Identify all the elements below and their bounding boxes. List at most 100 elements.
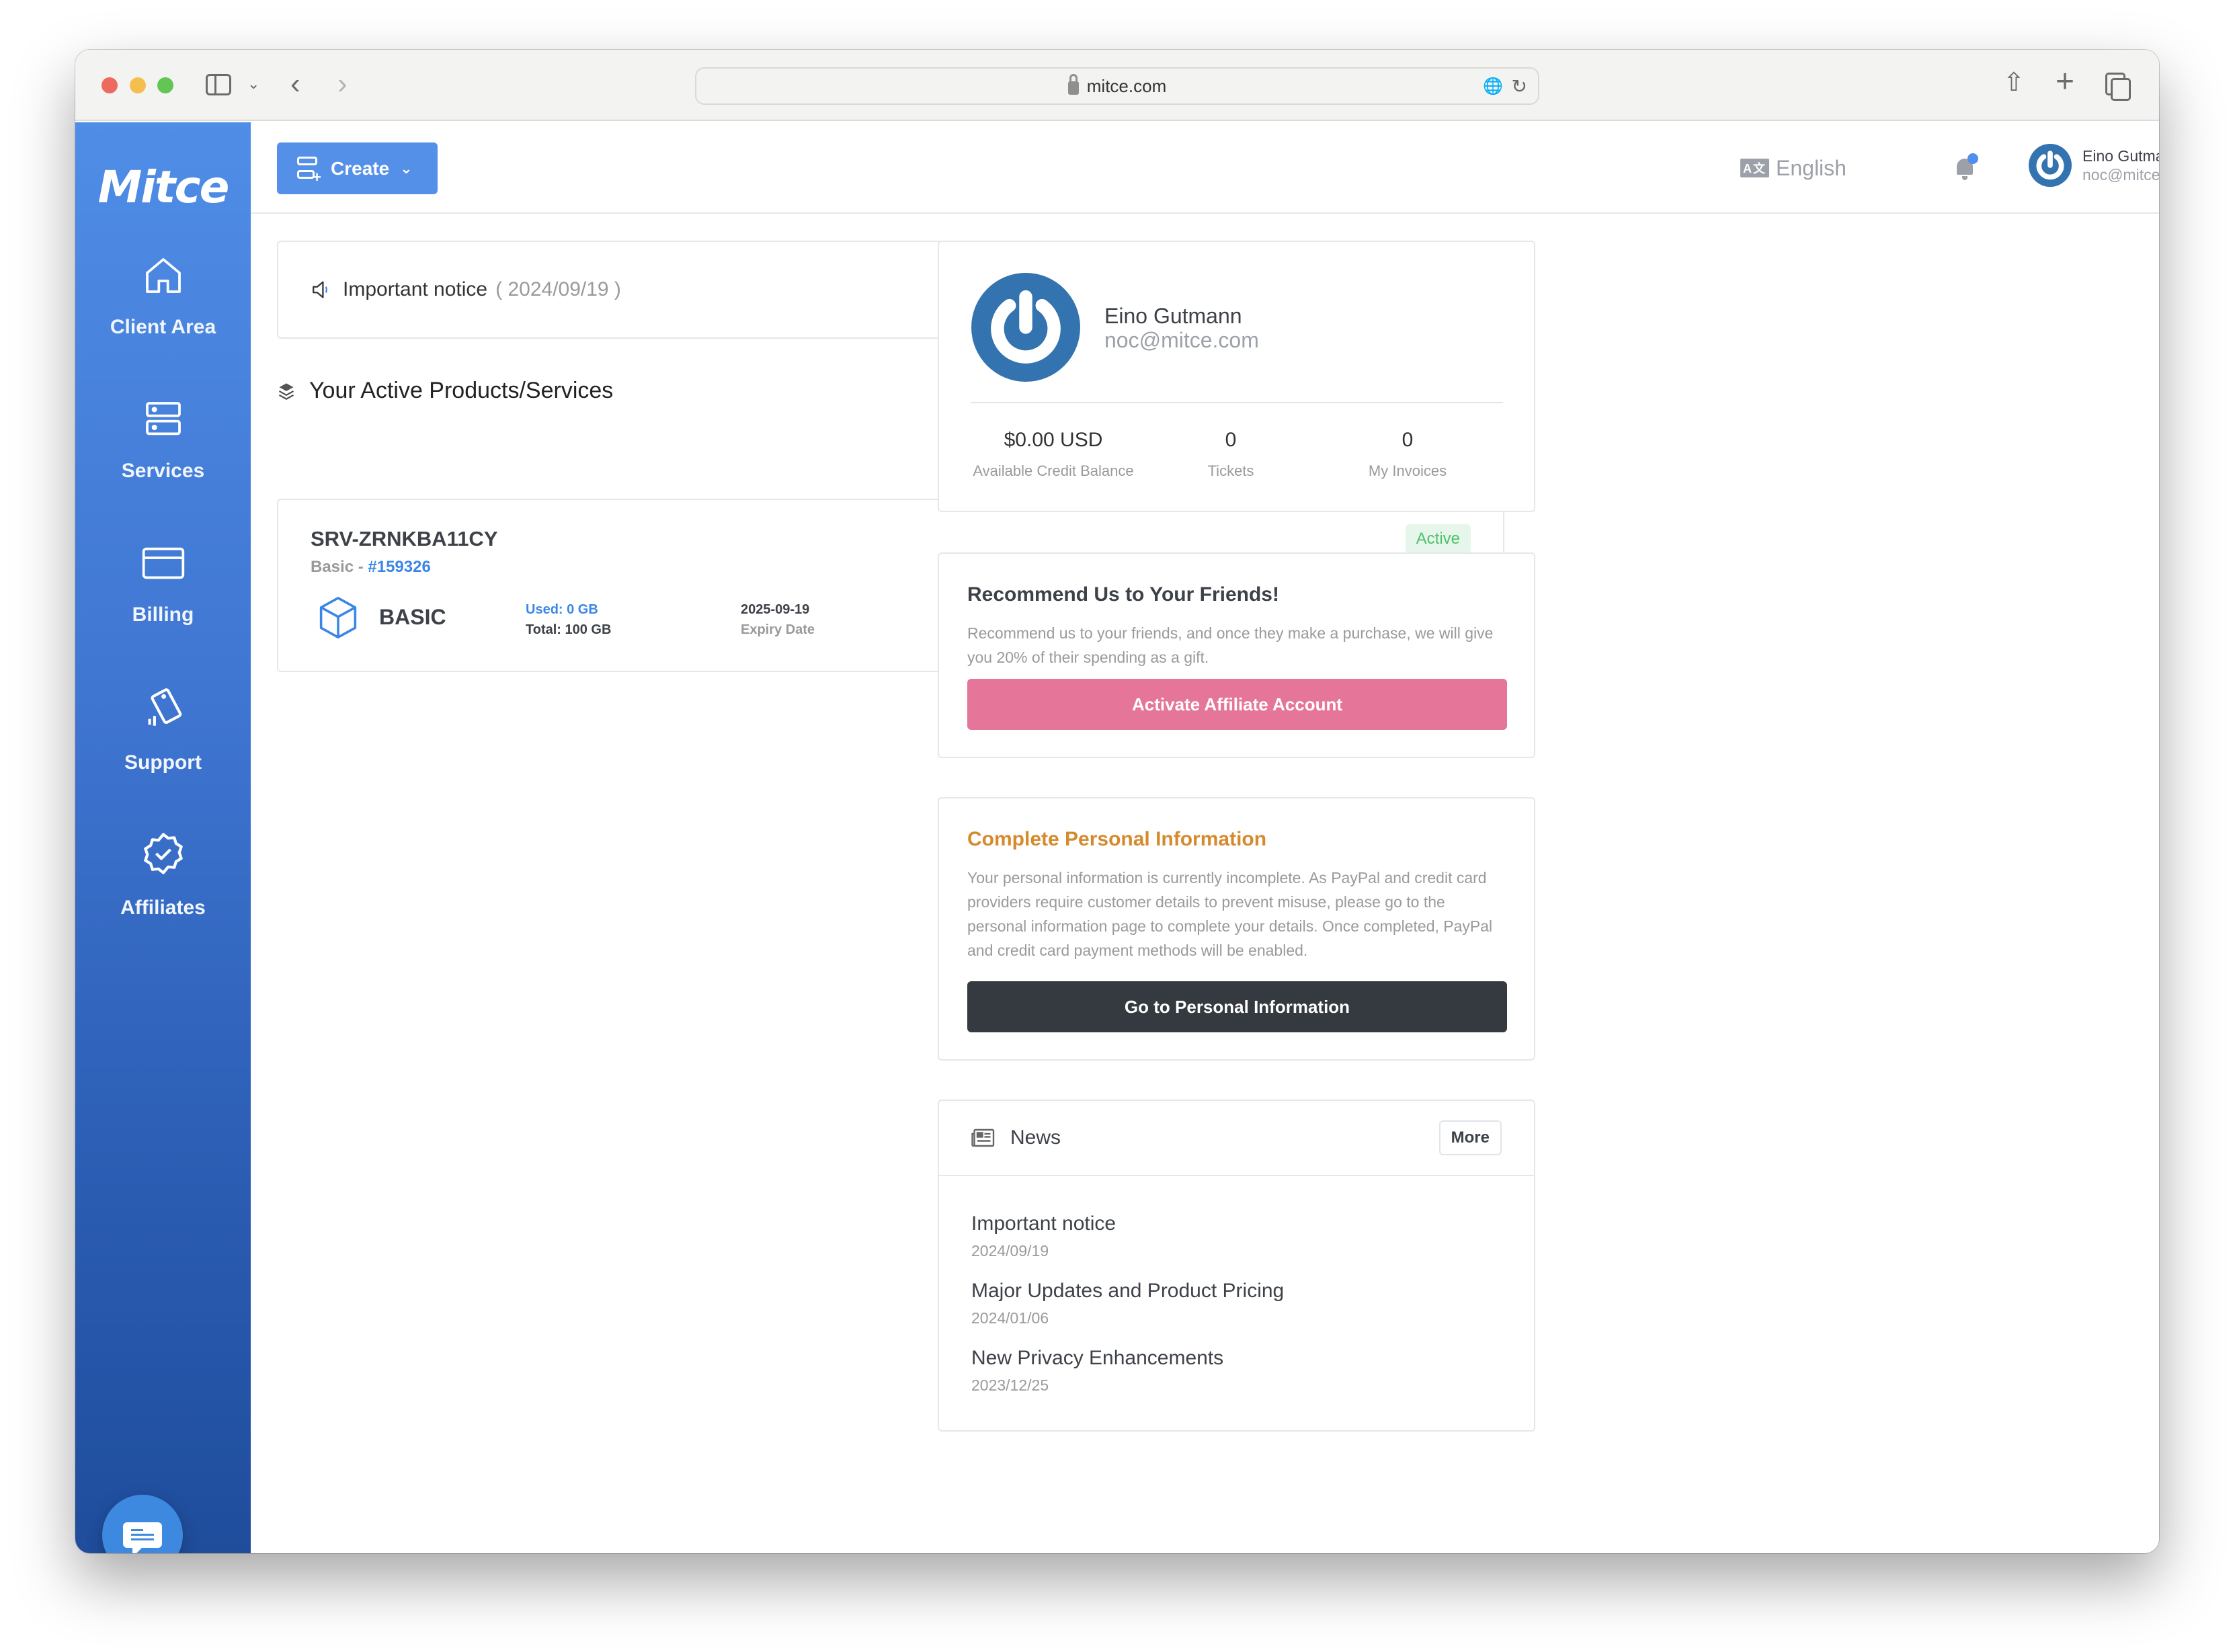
news-item[interactable]: Major Updates and Product Pricing 2024/0… [971,1280,1284,1327]
personal-info-title: Complete Personal Information [967,828,1267,850]
reload-icon[interactable]: ↻ [1512,75,1527,97]
status-badge: Active [1405,524,1471,554]
close-window-button[interactable] [102,77,118,93]
avatar [971,273,1080,382]
news-item-date: 2024/09/19 [971,1242,1049,1259]
sidebar-item-affiliates[interactable]: Affiliates [75,829,251,919]
maximize-window-button[interactable] [157,77,173,93]
news-title: News [1010,1126,1061,1149]
stat-value: $0.00 USD [1004,429,1103,451]
sidebar-item-label: Support [124,751,202,774]
newspaper-icon [971,1128,995,1147]
stat-credit-balance[interactable]: $0.00 USD Available Credit Balance [966,429,1141,480]
server-icon [145,402,181,436]
news-item-date: 2024/01/06 [971,1309,1049,1327]
news-more-button[interactable]: More [1438,1120,1502,1155]
browser-window: ⌄ ‹ › mitce.com 🌐 ↻ ⇧ + Mitce Client Are… [75,50,2159,1553]
sidebar-item-client-area[interactable]: Client Area [75,254,251,339]
usage-total: Total: 100 GB [526,622,612,637]
verified-badge-icon [143,833,183,874]
user-email: noc@mitce.com [2082,166,2159,183]
forward-icon[interactable]: › [337,67,348,101]
stat-tickets[interactable]: 0 Tickets [1143,429,1318,480]
app: Mitce Client Area Services Billing Suppo… [75,122,2159,1553]
sidebar-item-services[interactable]: Services [75,398,251,483]
stat-label: Available Credit Balance [973,462,1134,479]
credit-card-icon [142,547,184,579]
profile-name: Eino Gutmann [1104,304,1242,328]
personal-info-card: Complete Personal Information Your perso… [938,797,1535,1061]
chevron-down-icon: ⌄ [400,159,413,177]
news-item[interactable]: Important notice 2024/09/19 [971,1212,1116,1260]
news-item-title: Important notice [971,1212,1116,1235]
chat-button[interactable] [102,1495,183,1553]
usage-used: Used: 0 GB [526,602,598,617]
create-button[interactable]: + Create ⌄ [277,142,438,194]
order-number-link[interactable]: #159326 [368,558,430,576]
stat-label: Tickets [1207,462,1254,479]
megaphone-icon [313,281,327,298]
minimize-window-button[interactable] [130,77,146,93]
stat-invoices[interactable]: 0 My Invoices [1320,429,1495,480]
plan-name: BASIC [379,605,446,629]
notifications-button[interactable] [1953,152,1980,181]
create-label: Create [331,157,390,179]
sidebar-item-label: Billing [132,604,194,626]
sidebar-toggle-icon[interactable] [206,74,231,95]
sidebar-item-label: Affiliates [120,897,206,919]
products-section-title: Your Active Products/Services [277,378,613,404]
stat-value: 0 [1225,429,1237,451]
profile-email: noc@mitce.com [1104,328,1259,352]
translate-icon[interactable]: 🌐 [1483,77,1503,96]
sidebar-item-billing[interactable]: Billing [75,542,251,626]
sidebar-item-label: Client Area [110,316,216,338]
section-title-text: Your Active Products/Services [309,378,614,403]
mitce-logo[interactable]: Mitce [75,161,251,213]
layers-icon [278,382,294,400]
news-item-title: New Privacy Enhancements [971,1347,1224,1369]
notice-date: ( 2024/09/19 ) [495,278,621,300]
chevron-down-icon[interactable]: ⌄ [247,75,259,93]
news-item-title: Major Updates and Product Pricing [971,1280,1285,1302]
affiliate-title: Recommend Us to Your Friends! [967,583,1279,606]
back-icon[interactable]: ‹ [290,67,300,101]
home-icon [145,258,181,293]
translate-icon: A文 [1740,159,1769,177]
news-item-date: 2023/12/25 [971,1376,1049,1394]
url-text: mitce.com [1086,75,1167,96]
share-icon[interactable]: ⇧ [2003,67,2025,97]
sidebar-item-support[interactable]: Support [75,686,251,774]
notice-title: Important notice [343,278,488,300]
add-server-icon: + [297,155,321,184]
cube-icon [319,597,357,638]
stat-value: 0 [1402,429,1414,451]
affiliate-card: Recommend Us to Your Friends! Recommend … [938,552,1535,758]
top-header: + Create ⌄ A文 English Eino Gutm noc@mitc… [251,122,2159,214]
user-menu[interactable]: Eino Gutmann noc@mitce.com [2029,144,2159,187]
service-plan: Basic - #159326 [311,558,431,576]
user-name: Eino Gutmann [2082,147,2159,165]
main-content: + Create ⌄ A文 English Eino Gutm noc@mitc… [251,122,2159,1553]
language-selector[interactable]: A文 English [1740,149,1846,187]
chat-icon [123,1522,162,1553]
activate-affiliate-button[interactable]: Activate Affiliate Account [967,679,1507,730]
personal-info-description: Your personal information is currently i… [967,869,1493,959]
notification-dot [1967,153,1978,164]
news-card: News More Important notice 2024/09/19 Ma… [938,1100,1535,1432]
avatar [2029,144,2072,187]
browser-toolbar: ⌄ ‹ › mitce.com 🌐 ↻ ⇧ + [75,50,2159,121]
sidebar: Mitce Client Area Services Billing Suppo… [75,122,251,1553]
stat-label: My Invoices [1368,462,1447,479]
affiliate-description: Recommend us to your friends, and once t… [967,624,1494,666]
service-id: SRV-ZRNKBA11CY [311,527,498,550]
support-card-icon [148,688,181,726]
sidebar-item-label: Services [121,460,205,482]
tabs-overview-icon[interactable] [2105,73,2131,101]
language-label: English [1776,155,1846,180]
lock-icon [1067,74,1079,95]
new-tab-icon[interactable]: + [2056,63,2074,100]
news-item[interactable]: New Privacy Enhancements 2023/12/25 [971,1347,1223,1395]
go-to-personal-info-button[interactable]: Go to Personal Information [967,981,1507,1032]
expiry-label: Expiry Date [741,622,815,637]
address-bar[interactable]: mitce.com 🌐 ↻ [695,67,1539,105]
